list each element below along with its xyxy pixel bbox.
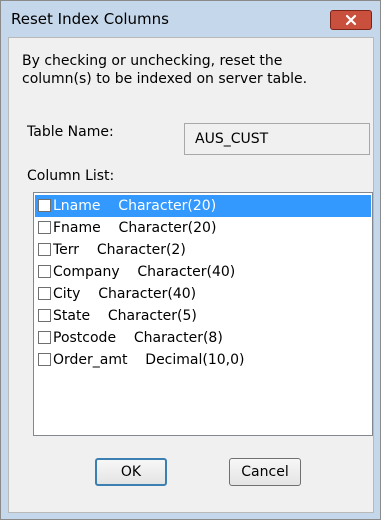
table-name-field: AUS_CUST xyxy=(184,123,370,155)
column-item-label: Lname Character(20) xyxy=(53,198,217,214)
checkbox-city[interactable] xyxy=(38,287,51,300)
column-list-item-city[interactable]: City Character(40) xyxy=(35,283,371,305)
column-item-label: State Character(5) xyxy=(53,308,197,324)
close-icon xyxy=(345,14,357,26)
checkbox-company[interactable] xyxy=(38,265,51,278)
ok-button[interactable]: OK xyxy=(95,458,167,486)
column-listbox[interactable]: Lname Character(20) Fname Character(20) … xyxy=(33,192,373,436)
column-item-label: Terr Character(2) xyxy=(53,242,186,258)
table-name-label: Table Name: xyxy=(27,124,114,140)
checkbox-state[interactable] xyxy=(38,309,51,322)
cancel-button[interactable]: Cancel xyxy=(229,458,301,486)
column-item-label: Company Character(40) xyxy=(53,264,236,280)
checkbox-order-amt[interactable] xyxy=(38,353,51,366)
column-list-item-state[interactable]: State Character(5) xyxy=(35,305,371,327)
column-list-item-terr[interactable]: Terr Character(2) xyxy=(35,239,371,261)
dialog-title: Reset Index Columns xyxy=(11,10,169,28)
description-line-1: By checking or unchecking, reset the xyxy=(22,53,283,69)
checkbox-postcode[interactable] xyxy=(38,331,51,344)
column-list-item-postcode[interactable]: Postcode Character(8) xyxy=(35,327,371,349)
column-item-label: Order_amt Decimal(10,0) xyxy=(53,352,245,368)
description-text: By checking or unchecking, reset the col… xyxy=(22,52,362,88)
column-list-item-company[interactable]: Company Character(40) xyxy=(35,261,371,283)
checkbox-lname[interactable] xyxy=(38,199,51,212)
checkbox-terr[interactable] xyxy=(38,243,51,256)
column-list-item-order-amt[interactable]: Order_amt Decimal(10,0) xyxy=(35,349,371,371)
column-list-label: Column List: xyxy=(27,168,115,184)
column-list-item-lname[interactable]: Lname Character(20) xyxy=(35,195,371,217)
checkbox-fname[interactable] xyxy=(38,221,51,234)
description-line-2: column(s) to be indexed on server table. xyxy=(22,71,308,87)
column-item-label: Fname Character(20) xyxy=(53,220,217,236)
column-item-label: Postcode Character(8) xyxy=(53,330,223,346)
close-button[interactable] xyxy=(330,10,372,30)
column-list-item-fname[interactable]: Fname Character(20) xyxy=(35,217,371,239)
title-bar[interactable]: Reset Index Columns xyxy=(1,1,380,37)
column-item-label: City Character(40) xyxy=(53,286,197,302)
